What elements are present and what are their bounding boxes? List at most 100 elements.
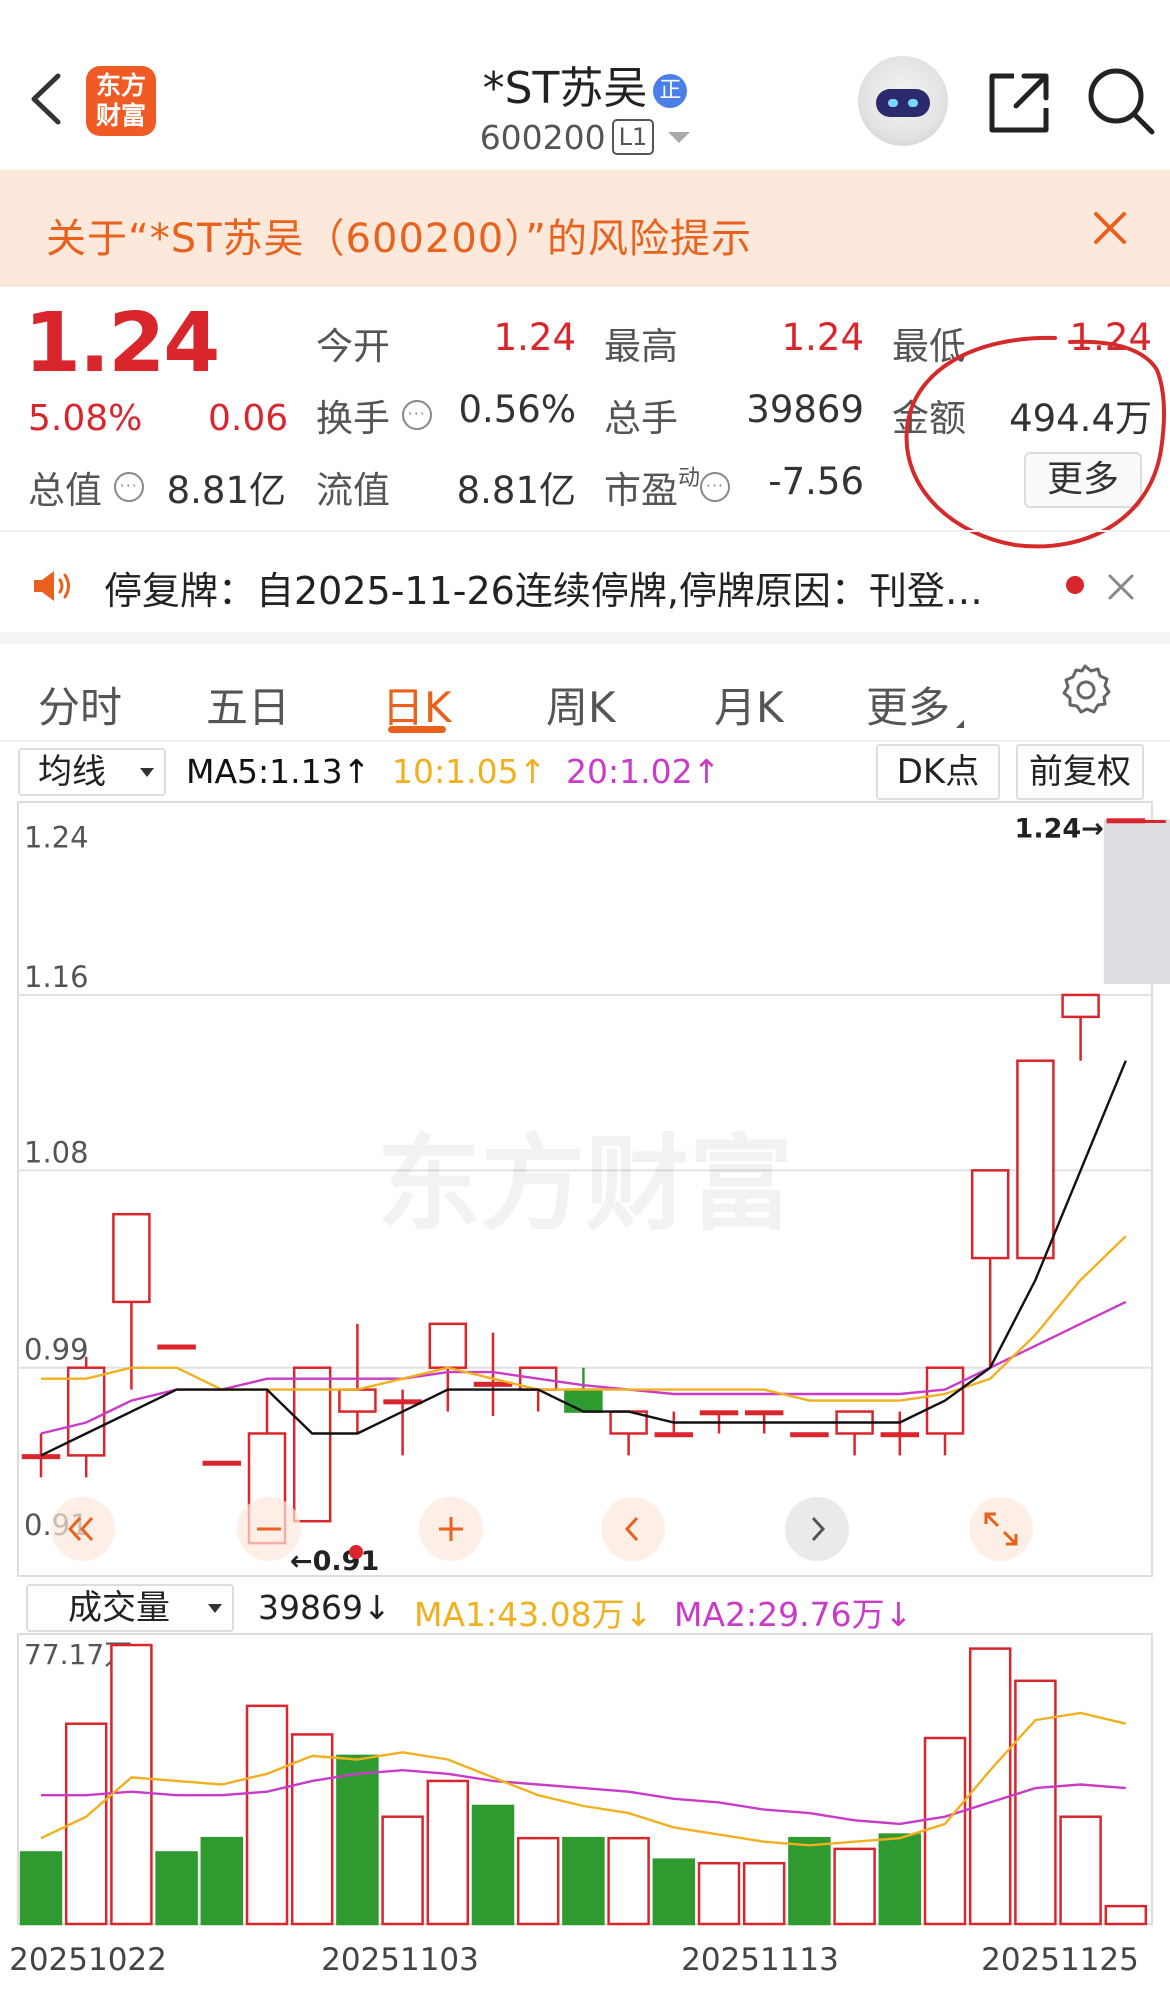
volume-bar — [742, 1861, 786, 1926]
chevron-down-icon[interactable] — [668, 132, 691, 143]
candle-body — [925, 1366, 965, 1435]
current-price: 1.24 — [24, 296, 220, 391]
volume-ma2: MA2:29.76万↓ — [674, 1595, 913, 1634]
y-tick-label: 1.16 — [24, 960, 89, 994]
volume-bar — [155, 1851, 198, 1926]
double-left-icon[interactable] — [50, 1496, 116, 1562]
volume-bar — [64, 1722, 108, 1926]
indicator-select[interactable]: 均线 — [18, 748, 166, 796]
candle-body — [21, 1454, 61, 1460]
right-icon[interactable] — [784, 1496, 850, 1562]
info-icon[interactable]: ··· — [113, 472, 144, 502]
risk-banner-text[interactable]: 关于“*ST苏吴（600200）”的风险提示 — [46, 206, 752, 264]
candle-body — [835, 1410, 874, 1435]
last-price-label: 1.24→ — [1015, 814, 1104, 845]
y-tick-label: 1.24 — [24, 821, 89, 855]
volume-ma1-line — [40, 1711, 1127, 1847]
level-badge: L1 — [611, 119, 655, 155]
volume-bar — [968, 1647, 1012, 1926]
candle-body — [428, 1322, 468, 1369]
volume-bar — [110, 1643, 153, 1926]
adjust-button[interactable]: 前复权 — [1016, 744, 1144, 800]
ma20-line — [40, 1300, 1127, 1435]
candle-body — [1106, 818, 1146, 824]
header: 东方 财富 *ST苏吴正 600200 L1 — [0, 0, 1170, 170]
tab-intraday[interactable]: 分时 — [38, 674, 122, 735]
volume-bar — [516, 1836, 560, 1926]
close-icon[interactable] — [1106, 572, 1136, 602]
tab-more[interactable]: 更多 — [866, 674, 965, 735]
volume-bar — [245, 1704, 289, 1926]
assistant-robot-icon[interactable] — [858, 56, 948, 146]
volume-bar — [788, 1836, 831, 1926]
volume-bar — [562, 1836, 605, 1926]
turnover-value: 0.56% — [458, 388, 576, 431]
info-icon[interactable]: ··· — [700, 472, 731, 502]
turnover-label-text: 换手 — [316, 397, 390, 440]
tab-weekly-k[interactable]: 周K — [546, 674, 616, 735]
ma5-line — [40, 1060, 1127, 1457]
candle-body — [112, 1212, 151, 1304]
float-value: 8.81亿 — [456, 469, 576, 512]
candle-body — [564, 1388, 603, 1413]
chart-tabs: 分时 五日 日K 周K 月K 更多 — [0, 632, 1170, 740]
dropdown-icon — [140, 768, 154, 777]
close-icon[interactable] — [1090, 208, 1130, 248]
x-tick-label: 20251022 — [9, 1942, 167, 1978]
x-tick-label: 20251103 — [321, 1942, 479, 1978]
share-icon[interactable] — [984, 68, 1054, 138]
volume-bar — [1059, 1815, 1102, 1926]
candle-body — [790, 1432, 829, 1438]
change-percent: 5.08% — [28, 398, 143, 439]
divider — [0, 740, 1170, 742]
candle-body — [880, 1432, 920, 1438]
indicator-select-label: 均线 — [38, 752, 106, 792]
tab-monthly-k[interactable]: 月K — [714, 674, 784, 735]
candle-body — [970, 1169, 1010, 1260]
minus-icon[interactable] — [236, 1496, 302, 1562]
dk-point-button[interactable]: DK点 — [876, 744, 1000, 800]
divider — [0, 530, 1170, 532]
info-icon[interactable]: ··· — [401, 400, 432, 430]
plus-icon[interactable] — [418, 1496, 484, 1562]
candle-body — [699, 1410, 739, 1416]
chart-controls — [0, 1496, 1170, 1574]
turnover-label: 换手 ··· — [316, 388, 432, 442]
search-icon[interactable] — [1084, 64, 1158, 138]
high-label: 最高 — [604, 325, 678, 368]
expand-icon[interactable] — [968, 1496, 1034, 1562]
candle-body — [383, 1399, 422, 1405]
amount-label: 金额 — [892, 397, 966, 440]
low-label: 最低 — [892, 325, 966, 368]
candle-body — [473, 1381, 513, 1387]
volume-bar — [471, 1804, 515, 1926]
volume-bar — [19, 1851, 63, 1926]
mktcap-label: 总值 ··· — [28, 460, 144, 514]
amount-value: 494.4万 — [1009, 397, 1152, 440]
caret-icon — [956, 720, 965, 728]
volume-bar — [426, 1779, 470, 1926]
low-value: 1.24 — [1069, 316, 1152, 359]
volume-bar — [923, 1736, 967, 1926]
volume-value: 39869↓ — [258, 1588, 391, 1627]
suspension-notice[interactable]: 停复牌：自2025-11-26连续停牌,停牌原因：刊登… — [104, 560, 983, 615]
tab-five-day[interactable]: 五日 — [206, 674, 290, 735]
volume-bar — [697, 1861, 741, 1926]
open-value: 1.24 — [493, 316, 576, 359]
gear-icon[interactable] — [1058, 662, 1112, 716]
candle-body — [66, 1366, 106, 1457]
candle-body — [1016, 1059, 1055, 1260]
volume-indicator-select[interactable]: 成交量 — [26, 1584, 234, 1632]
active-tab-indicator — [388, 726, 446, 733]
volume-select-label: 成交量 — [68, 1588, 170, 1628]
volume-bar — [1014, 1679, 1057, 1926]
candle-body — [1061, 993, 1100, 1019]
volume-bar — [381, 1815, 424, 1926]
more-button[interactable]: 更多 — [1024, 452, 1142, 508]
pe-label: 市盈动 ··· — [604, 460, 731, 514]
dropdown-icon — [208, 1604, 222, 1613]
left-icon[interactable] — [600, 1496, 666, 1562]
float-label: 流值 — [316, 469, 390, 512]
volume-max-label: 77.17万 — [24, 1638, 132, 1671]
risk-banner[interactable]: 关于“*ST苏吴（600200）”的风险提示 — [0, 170, 1170, 287]
